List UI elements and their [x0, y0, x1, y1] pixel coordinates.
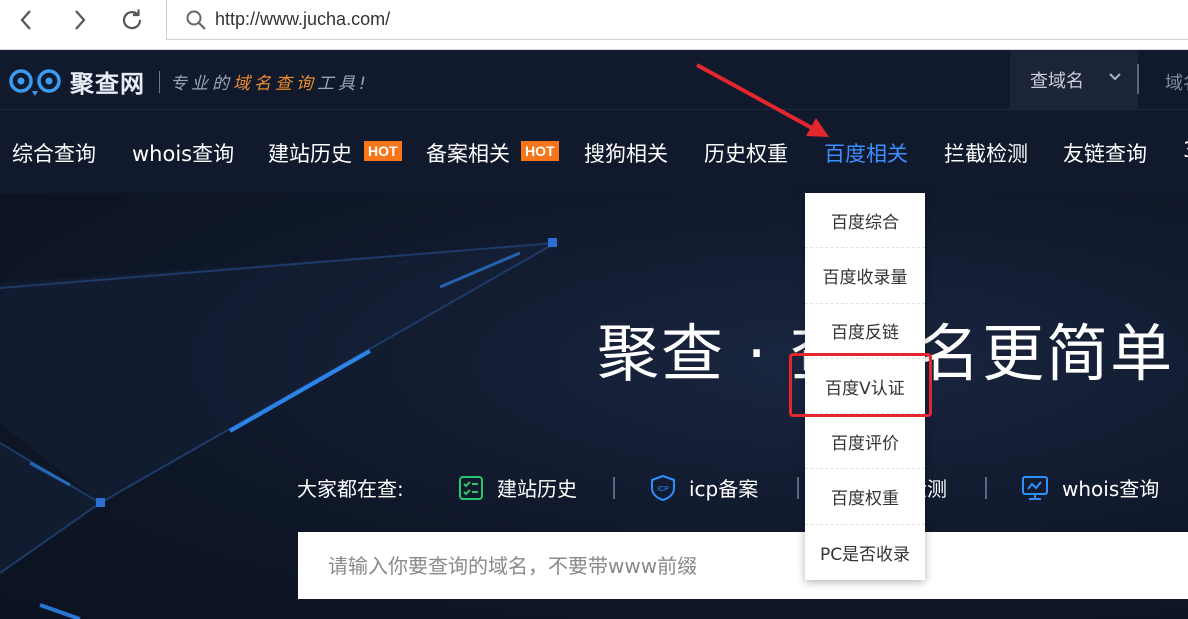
nav-item-block-detect[interactable]: 拦截检测	[944, 138, 1028, 168]
monitor-icon	[1022, 475, 1048, 500]
nav-item-sogou[interactable]: 搜狗相关	[584, 138, 668, 168]
chevron-down-icon	[1109, 73, 1121, 81]
popular-item-icp[interactable]: ICP icp备案	[649, 473, 758, 502]
search-type-select[interactable]: 查域名	[1010, 50, 1138, 109]
popular-item-label: icp备案	[689, 477, 759, 501]
address-bar[interactable]: http://www.jucha.com/	[166, 0, 1188, 40]
logo-name: 聚查网	[70, 70, 145, 98]
nav-item-comprehensive[interactable]: 综合查询	[12, 138, 96, 168]
nav-item-more[interactable]: 3	[1183, 138, 1188, 162]
forward-button[interactable]	[64, 7, 96, 33]
nav-item-icp[interactable]: 备案相关	[426, 138, 510, 168]
site-logo[interactable]: 聚查网 专业的域名查询工具!	[8, 64, 370, 99]
hot-badge: HOT	[364, 141, 402, 161]
nav-item-site-history[interactable]: 建站历史	[268, 138, 352, 168]
popular-item-label: whois查询	[1062, 477, 1160, 501]
logo-divider	[159, 70, 160, 93]
slogan: 专业的域名查询工具!	[170, 74, 370, 94]
popular-item-label: 建站历史	[497, 477, 577, 501]
popular-item-whois[interactable]: whois查询	[1020, 473, 1159, 502]
nav-item-history-weight[interactable]: 历史权重	[704, 138, 788, 168]
popular-divider	[613, 477, 615, 499]
shield-icon: ICP	[651, 474, 675, 501]
dropdown-item-baidu-backlinks[interactable]: 百度反链	[805, 304, 925, 359]
domain-search-input[interactable]	[298, 532, 1188, 599]
reload-icon	[122, 9, 142, 30]
browser-toolbar: http://www.jucha.com/	[0, 0, 1188, 50]
back-button[interactable]	[10, 7, 42, 33]
dropdown-item-baidu-index-count[interactable]: 百度收录量	[805, 248, 925, 304]
svg-text:ICP: ICP	[657, 486, 669, 493]
nav-item-baidu[interactable]: 百度相关	[824, 138, 908, 168]
dropdown-item-baidu-comprehensive[interactable]: 百度综合	[805, 193, 925, 249]
chevron-right-icon	[75, 10, 86, 30]
owl-logo-icon	[8, 67, 62, 97]
dropdown-item-pc-indexed[interactable]: PC是否收录	[805, 525, 925, 580]
dropdown-item-baidu-review[interactable]: 百度评价	[805, 414, 925, 470]
reload-button[interactable]	[116, 7, 148, 33]
hot-badge: HOT	[521, 141, 559, 161]
hero-section: 聚查 · 查域名更简单 大家都在查: 建站历史 ICP icp备案 whois查…	[0, 193, 1188, 619]
dropdown-item-baidu-weight[interactable]: 百度权重	[805, 469, 925, 525]
highlight-box	[789, 353, 932, 417]
search-icon	[186, 10, 206, 30]
checklist-icon	[459, 475, 483, 500]
site-header: 聚查网 专业的域名查询工具! 查域名 域名	[0, 50, 1188, 110]
popular-divider	[985, 477, 987, 499]
header-divider	[1137, 64, 1139, 94]
search-type-label: 查域名	[1030, 70, 1084, 92]
chevron-left-icon	[20, 10, 31, 30]
nav-item-friend-links[interactable]: 友链查询	[1063, 138, 1147, 168]
popular-item-site-history[interactable]: 建站历史	[457, 473, 577, 502]
url-text: http://www.jucha.com/	[215, 9, 391, 29]
nav-item-whois[interactable]: whois查询	[132, 138, 234, 168]
header-right-text[interactable]: 域名	[1165, 69, 1188, 95]
main-nav: 综合查询 whois查询 建站历史 HOT 备案相关 HOT 搜狗相关 历史权重…	[0, 110, 1188, 193]
popular-label: 大家都在查:	[297, 477, 404, 501]
popular-divider	[797, 477, 799, 499]
